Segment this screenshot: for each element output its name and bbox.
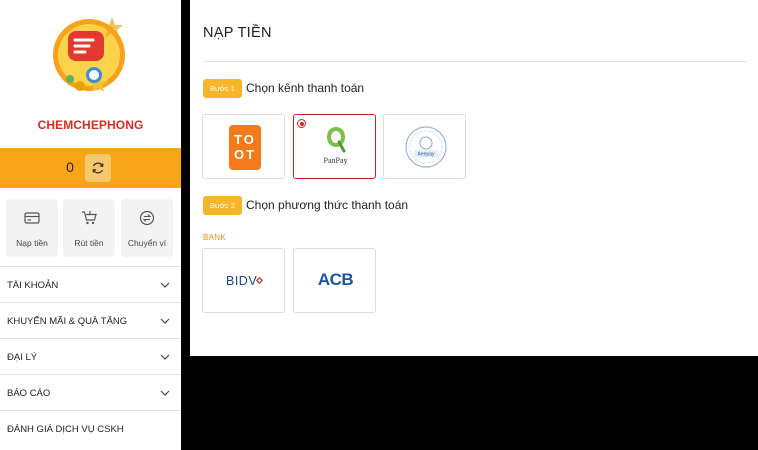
balance-bar: 0 (0, 148, 181, 188)
transfer-wallet-button[interactable]: Chuyển ví (121, 199, 173, 257)
cart-icon (82, 211, 97, 225)
avatar[interactable] (52, 11, 126, 105)
menu-item-promotions[interactable]: KHUYẾN MÃI & QUÀ TẶNG (0, 302, 181, 338)
deposit-label: Nạp tiền (16, 238, 48, 248)
aeepay-logo-text: Aeepay (418, 152, 435, 158)
bidv-logo-icon (255, 276, 264, 285)
refresh-icon (92, 162, 104, 174)
transfer-wallet-label: Chuyển ví (127, 238, 167, 248)
chevron-down-icon (160, 282, 170, 288)
channel-card-aeepay[interactable]: Aeepay (383, 114, 466, 179)
menu-item-account[interactable]: TÀI KHOẢN (0, 266, 181, 302)
balance-value: 0 (66, 159, 74, 175)
step-2-badge: Bước 2 (203, 196, 242, 215)
title-divider (203, 61, 747, 62)
withdraw-label: Rút tiền (74, 238, 104, 248)
menu-item-label: BÁO CÁO (7, 388, 51, 399)
channel-card-panpay[interactable]: PanPay (293, 114, 376, 179)
step-1-badge: Bước 1 (203, 79, 242, 98)
menu-item-agency[interactable]: ĐẠI LÝ (0, 338, 181, 374)
chevron-down-icon (160, 318, 170, 324)
bank-section-label: BANK (203, 233, 226, 242)
aeepay-seal-icon: Aeepay (405, 126, 447, 168)
transfer-icon (139, 210, 155, 226)
panpay-logo-icon (327, 127, 346, 153)
card-icon (24, 212, 40, 224)
channel-card-toot[interactable]: TO OT (202, 114, 285, 179)
selected-radio-icon (297, 119, 306, 128)
deposit-button[interactable]: Nạp tiền (6, 199, 58, 257)
toot-logo-icon: TO OT (229, 125, 261, 170)
menu-item-label: KHUYẾN MÃI & QUÀ TẶNG (7, 316, 128, 327)
bidv-logo-text: BIDV (226, 274, 258, 288)
sidebar-menu: TÀI KHOẢN KHUYẾN MÃI & QUÀ TẶNG ĐẠI LÝ B… (0, 266, 181, 446)
withdraw-button[interactable]: Rút tiền (63, 199, 115, 257)
menu-item-label: ĐÁNH GIÁ DỊCH VỤ CSKH (7, 424, 124, 435)
menu-item-label: TÀI KHOẢN (7, 280, 59, 291)
menu-item-reports[interactable]: BÁO CÁO (0, 374, 181, 410)
username: CHEMCHEPHONG (37, 118, 144, 132)
page-title: NẠP TIỀN (203, 25, 272, 41)
menu-item-service-rating[interactable]: ĐÁNH GIÁ DỊCH VỤ CSKH (0, 410, 181, 446)
menu-item-label: ĐẠI LÝ (7, 352, 38, 363)
bank-card-bidv[interactable]: BIDV (202, 248, 285, 313)
panpay-logo-text: PanPay (323, 156, 348, 165)
chevron-down-icon (160, 390, 170, 396)
quick-actions: Nạp tiền Rút tiền Chuyển ví (0, 188, 181, 266)
deposit-panel: NẠP TIỀN Bước 1 Chọn kênh thanh toán TO O… (190, 0, 758, 356)
acb-logo-text: ACB (317, 270, 354, 289)
step-1-text: Chọn kênh thanh toán (246, 81, 365, 95)
step-2-text: Chọn phương thức thanh toán (246, 198, 409, 212)
brand-logo-icon (53, 17, 125, 92)
refresh-balance-button[interactable] (85, 154, 111, 182)
chevron-down-icon (160, 354, 170, 360)
bank-card-acb[interactable]: ACB (293, 248, 376, 313)
sidebar: CHEMCHEPHONG 0 Nạp tiền Rút tiền Chuyển … (0, 0, 181, 450)
